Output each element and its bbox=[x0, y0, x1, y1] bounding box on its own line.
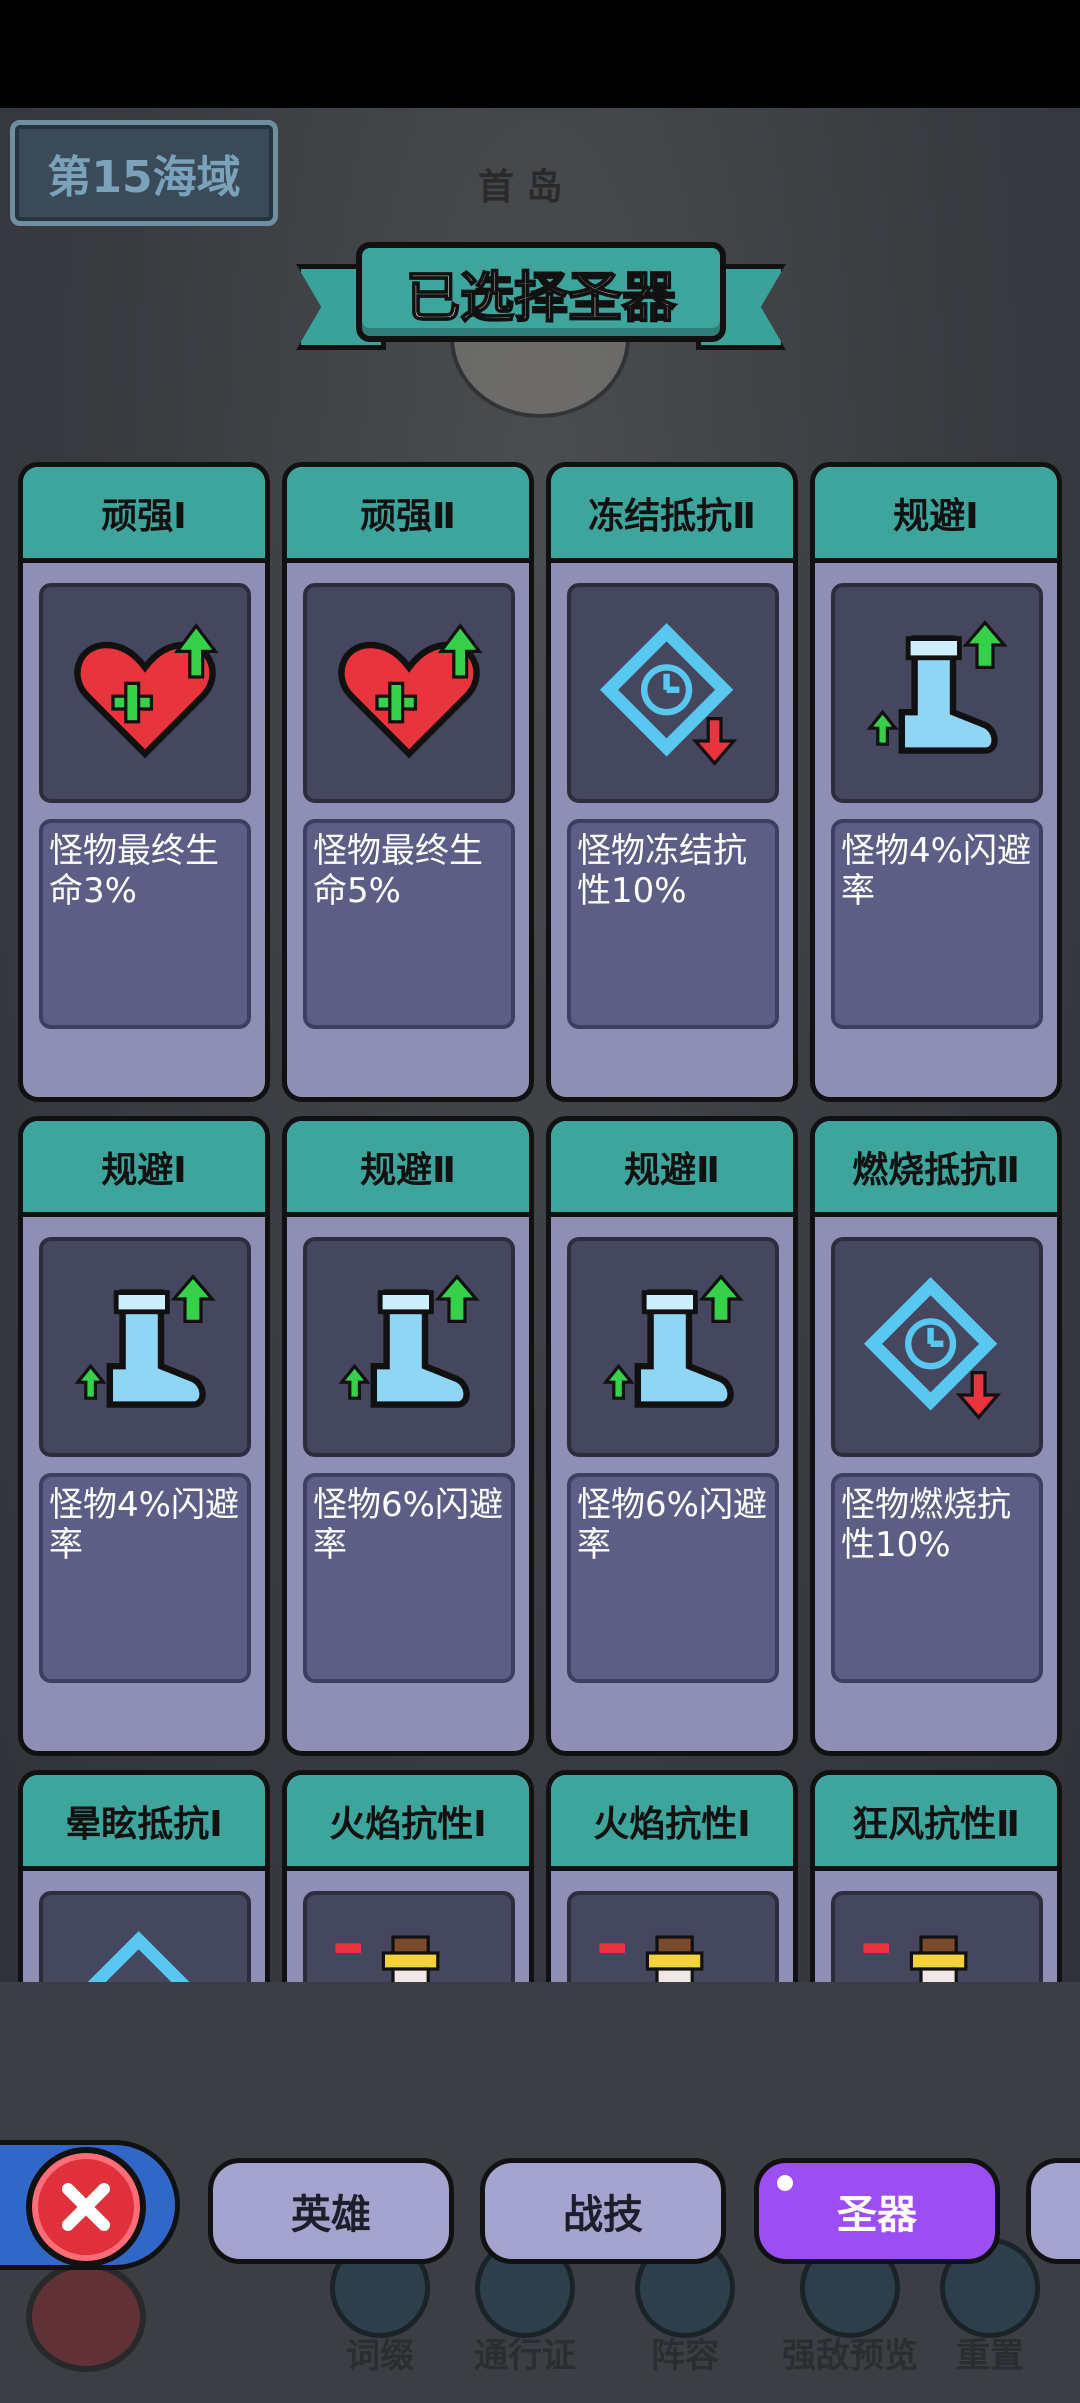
boot-icon bbox=[74, 1274, 216, 1408]
relic-card-header: 狂风抗性Ⅱ bbox=[815, 1775, 1057, 1871]
tab-skills[interactable]: 战技 bbox=[480, 2158, 726, 2264]
relic-icon-frame bbox=[303, 583, 515, 803]
relic-card[interactable]: 顽强Ⅱ 怪物最终生命5% bbox=[282, 462, 534, 1102]
tab-relics[interactable]: 圣器 bbox=[754, 2158, 1000, 2264]
status-bar bbox=[0, 0, 1080, 108]
tab-overflow[interactable] bbox=[1026, 2158, 1080, 2264]
close-icon bbox=[62, 2183, 110, 2231]
relic-card-title: 规避Ⅰ bbox=[893, 495, 979, 537]
relic-card-header: 规避Ⅱ bbox=[287, 1121, 529, 1217]
relic-card[interactable]: 狂风抗性Ⅱ bbox=[810, 1770, 1062, 1982]
relic-icon-frame bbox=[567, 1237, 779, 1457]
relic-card[interactable]: 规避Ⅰ 怪物4%闪避率 bbox=[810, 462, 1062, 1102]
relic-icon-frame bbox=[303, 1891, 515, 1982]
relic-card-description: 怪物最终生命3% bbox=[39, 819, 251, 1029]
heart-plus-icon bbox=[74, 623, 219, 759]
nav-label: 重置 bbox=[956, 2336, 1024, 2376]
relic-card-header: 顽强Ⅰ bbox=[23, 467, 265, 563]
relic-card-header: 规避Ⅱ bbox=[551, 1121, 793, 1217]
boot-icon bbox=[602, 1274, 744, 1408]
relic-card-header: 规避Ⅰ bbox=[815, 467, 1057, 563]
nav-label: 强敌预览 bbox=[782, 2336, 918, 2376]
relic-card-header: 冻结抵抗Ⅱ bbox=[551, 467, 793, 563]
relic-card-description: 怪物4%闪避率 bbox=[831, 819, 1043, 1029]
relic-card[interactable]: 火焰抗性Ⅰ bbox=[282, 1770, 534, 1982]
relic-card-description: 怪物6%闪避率 bbox=[567, 1473, 779, 1683]
relic-card-description: 怪物4%闪避率 bbox=[39, 1473, 251, 1683]
relic-card[interactable]: 燃烧抵抗Ⅱ 怪物燃烧抗性10% bbox=[810, 1116, 1062, 1756]
relic-card-header: 晕眩抵抗Ⅰ bbox=[23, 1775, 265, 1871]
relic-card[interactable]: 晕眩抵抗Ⅰ bbox=[18, 1770, 270, 1982]
relic-card-header: 火焰抗性Ⅰ bbox=[551, 1775, 793, 1871]
relic-card-title: 规避Ⅱ bbox=[624, 1149, 720, 1191]
nav-label: 词缀 bbox=[346, 2336, 414, 2376]
relic-card-description: 怪物6%闪避率 bbox=[303, 1473, 515, 1683]
relic-card-title: 顽强Ⅰ bbox=[101, 495, 187, 537]
sea-zone-label: 第15海域 bbox=[47, 152, 241, 203]
nav-label: 阵容 bbox=[651, 2336, 719, 2376]
potion-icon bbox=[863, 1935, 968, 1982]
heart-plus-icon bbox=[338, 623, 483, 759]
relic-card[interactable]: 冻结抵抗Ⅱ 怪物冻结抗性10% bbox=[546, 462, 798, 1102]
relic-card-title: 火焰抗性Ⅰ bbox=[593, 1803, 751, 1845]
relic-card-title: 燃烧抵抗Ⅱ bbox=[852, 1149, 1020, 1191]
clock-diamond-icon bbox=[599, 623, 738, 766]
relic-card-description: 怪物冻结抗性10% bbox=[567, 819, 779, 1029]
relic-card[interactable]: 规避Ⅱ 怪物6%闪避率 bbox=[546, 1116, 798, 1756]
ribbon-banner: 已选择圣器 bbox=[356, 242, 726, 342]
potion-icon bbox=[599, 1935, 704, 1982]
relic-icon-frame bbox=[39, 1237, 251, 1457]
relic-card-title: 顽强Ⅱ bbox=[360, 495, 456, 537]
sea-zone-badge: 第15海域 bbox=[10, 120, 278, 226]
relic-icon-frame bbox=[831, 583, 1043, 803]
relic-card-title: 规避Ⅰ bbox=[101, 1149, 187, 1191]
relic-card-header: 燃烧抵抗Ⅱ bbox=[815, 1121, 1057, 1217]
clock-diamond-icon bbox=[863, 1277, 1002, 1420]
page-title: 已选择圣器 bbox=[405, 265, 677, 330]
relic-card-description: 怪物燃烧抗性10% bbox=[831, 1473, 1043, 1683]
potion-icon bbox=[335, 1935, 440, 1982]
clock-diamond-icon bbox=[87, 1931, 190, 1982]
relic-card-title: 冻结抵抗Ⅱ bbox=[588, 495, 756, 537]
relic-card-description: 怪物最终生命5% bbox=[303, 819, 515, 1029]
relic-icon-frame bbox=[39, 583, 251, 803]
relic-card-title: 火焰抗性Ⅰ bbox=[329, 1803, 487, 1845]
tab-label: 圣器 bbox=[837, 2192, 917, 2238]
relic-card-title: 狂风抗性Ⅱ bbox=[852, 1803, 1020, 1845]
relic-icon-frame bbox=[39, 1891, 251, 1982]
relic-card[interactable]: 规避Ⅰ 怪物4%闪避率 bbox=[18, 1116, 270, 1756]
relic-icon-frame bbox=[303, 1237, 515, 1457]
relic-card-title: 规避Ⅱ bbox=[360, 1149, 456, 1191]
relic-card-header: 顽强Ⅱ bbox=[287, 467, 529, 563]
relic-icon-frame bbox=[567, 583, 779, 803]
relic-card[interactable]: 规避Ⅱ 怪物6%闪避率 bbox=[282, 1116, 534, 1756]
boot-icon bbox=[866, 620, 1008, 754]
boot-icon bbox=[338, 1274, 480, 1408]
active-indicator-dot bbox=[777, 2175, 793, 2191]
relic-icon-frame bbox=[567, 1891, 779, 1982]
relic-card-grid[interactable]: 顽强Ⅰ 怪物最终生命3% 顽强Ⅱ 怪物最终生命5% 冻结抵抗Ⅱ 怪物冻结抗性10… bbox=[0, 462, 1080, 1982]
relic-card[interactable]: 火焰抗性Ⅰ bbox=[546, 1770, 798, 1982]
relic-card-header: 规避Ⅰ bbox=[23, 1121, 265, 1217]
relic-icon-frame bbox=[831, 1891, 1043, 1982]
relic-card-title: 晕眩抵抗Ⅰ bbox=[65, 1803, 223, 1845]
relic-card-header: 火焰抗性Ⅰ bbox=[287, 1775, 529, 1871]
island-label: 首 岛 bbox=[478, 167, 563, 208]
relic-icon-frame bbox=[831, 1237, 1043, 1457]
tab-heroes[interactable]: 英雄 bbox=[208, 2158, 454, 2264]
title-ribbon: 已选择圣器 bbox=[296, 238, 786, 362]
relic-card[interactable]: 顽强Ⅰ 怪物最终生命3% bbox=[18, 462, 270, 1102]
close-icon bbox=[26, 2262, 146, 2372]
close-button[interactable] bbox=[26, 2147, 146, 2267]
tab-label: 英雄 bbox=[291, 2192, 371, 2238]
nav-label: 通行证 bbox=[474, 2336, 576, 2376]
tab-label: 战技 bbox=[563, 2192, 643, 2238]
